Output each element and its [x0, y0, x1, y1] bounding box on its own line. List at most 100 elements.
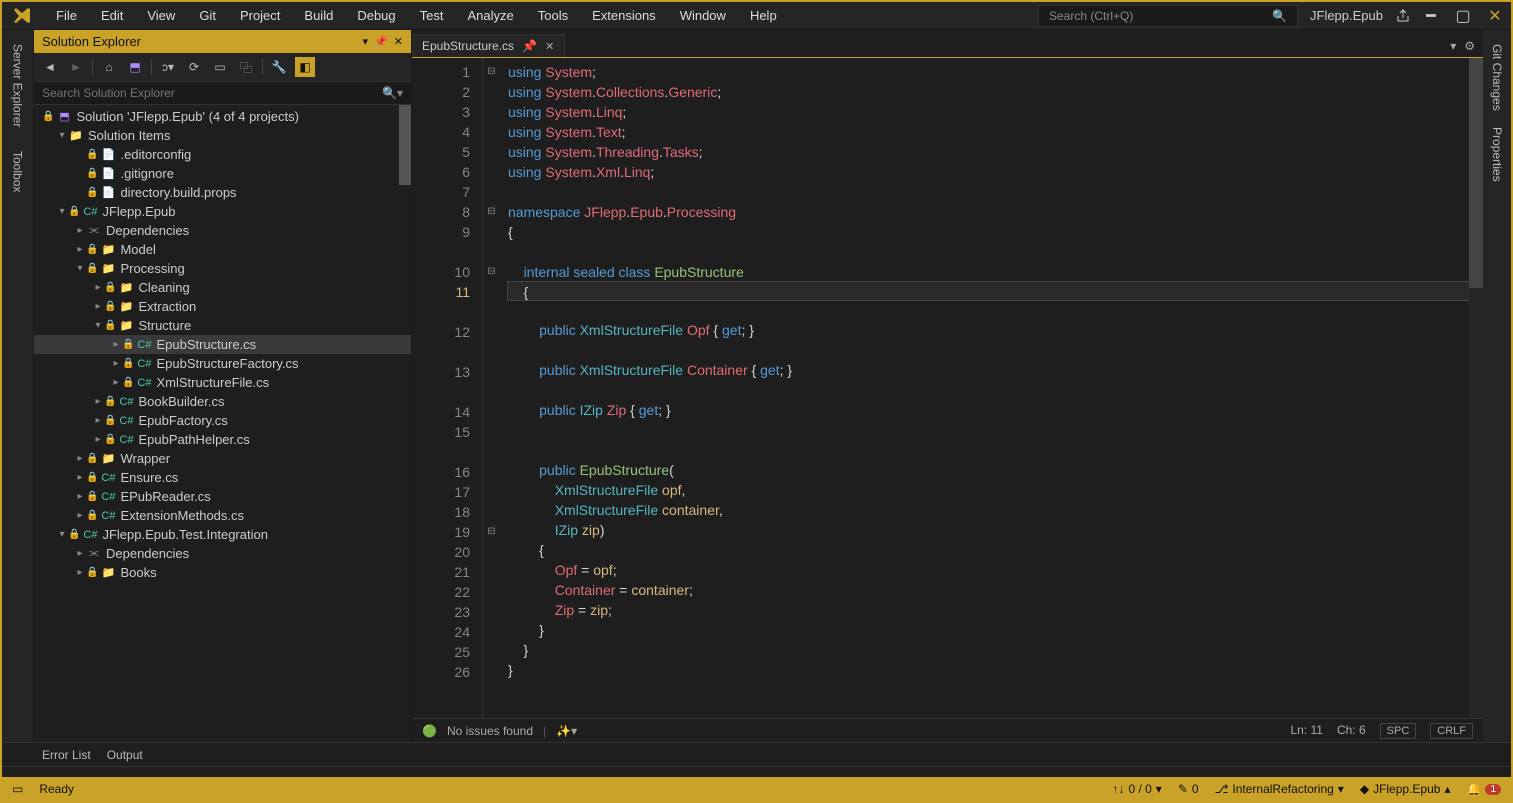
caret-icon[interactable]: ▸ — [110, 377, 122, 388]
line-indicator[interactable]: Ln: 11 — [1290, 723, 1322, 739]
forward-icon[interactable]: ► — [66, 57, 86, 77]
properties-icon[interactable]: 🔧 — [269, 57, 289, 77]
health-icon[interactable]: 🟢 — [422, 724, 437, 738]
caret-icon[interactable]: ▸ — [74, 244, 86, 255]
eol-mode[interactable]: CRLF — [1430, 723, 1473, 739]
tree-item[interactable]: 🔒📄.gitignore — [34, 164, 411, 183]
menu-project[interactable]: Project — [230, 6, 290, 25]
solution-name-label[interactable]: JFlepp.Epub — [1310, 8, 1383, 23]
menu-git[interactable]: Git — [189, 6, 226, 25]
close-icon[interactable]: ✕ — [394, 35, 403, 48]
caret-icon[interactable]: ▾ — [56, 130, 68, 141]
menu-extensions[interactable]: Extensions — [582, 6, 666, 25]
indent-mode[interactable]: SPC — [1380, 723, 1417, 739]
switch-view-icon[interactable]: ⬒ — [125, 57, 145, 77]
settings-icon[interactable]: ⚙ — [1464, 39, 1475, 53]
menu-debug[interactable]: Debug — [347, 6, 405, 25]
tree-item[interactable]: 🔒📄.editorconfig — [34, 145, 411, 164]
minimize-button[interactable]: ━ — [1423, 8, 1439, 24]
pin-icon[interactable]: 📌 — [374, 35, 388, 48]
caret-icon[interactable]: ▸ — [74, 548, 86, 559]
tab-close-icon[interactable]: ✕ — [545, 40, 554, 53]
quick-search[interactable]: Search (Ctrl+Q) 🔍 — [1038, 5, 1298, 27]
caret-icon[interactable]: ▸ — [74, 225, 86, 236]
tree-item[interactable]: ▾🔒📁Processing — [34, 259, 411, 278]
fold-column[interactable]: ⊟⊟⊟⊟ — [482, 58, 500, 718]
tree-item[interactable]: ▸🔒📁Model — [34, 240, 411, 259]
git-changes-count[interactable]: ✎ 0 — [1178, 782, 1199, 796]
tab-overflow-icon[interactable]: ▾ — [1450, 39, 1456, 53]
caret-icon[interactable]: ▸ — [92, 282, 104, 293]
tree-item[interactable]: ▾📁Solution Items — [34, 126, 411, 145]
menu-test[interactable]: Test — [410, 6, 454, 25]
caret-icon[interactable]: ▸ — [92, 434, 104, 445]
home-icon[interactable]: ⌂ — [99, 57, 119, 77]
caret-icon[interactable]: ▾ — [92, 320, 104, 331]
caret-icon[interactable]: ▸ — [74, 510, 86, 521]
tree-item[interactable]: ▸🔒C#EPubReader.cs — [34, 487, 411, 506]
maximize-button[interactable]: ▢ — [1455, 8, 1471, 24]
solution-tree[interactable]: 🔒 ⬒ Solution 'JFlepp.Epub' (4 of 4 proje… — [34, 105, 411, 742]
caret-icon[interactable]: ▸ — [110, 339, 122, 350]
filter-icon[interactable]: ↄ▾ — [158, 57, 178, 77]
tree-item[interactable]: ▸🔒C#EpubStructure.cs — [34, 335, 411, 354]
code-area[interactable]: 1234567891011121314151617181920212223242… — [412, 58, 1483, 718]
tree-item[interactable]: ▾🔒C#JFlepp.Epub — [34, 202, 411, 221]
dropdown-icon[interactable]: ▾ — [363, 35, 369, 48]
search-input[interactable] — [42, 86, 382, 100]
preview-icon[interactable]: ◧ — [295, 57, 315, 77]
close-button[interactable]: ✕ — [1487, 8, 1503, 24]
tree-item[interactable]: ▸🔒C#BookBuilder.cs — [34, 392, 411, 411]
toolbox-tab[interactable]: Toolbox — [11, 145, 25, 198]
git-branch[interactable]: ⎇ InternalRefactoring ▾ — [1215, 782, 1344, 796]
scrollbar[interactable] — [1469, 58, 1483, 718]
git-sync[interactable]: ↑↓ 0 / 0 ▾ — [1112, 782, 1161, 796]
tree-item[interactable]: ▸🔒📁Wrapper — [34, 449, 411, 468]
code-content[interactable]: using System;using System.Collections.Ge… — [500, 58, 1483, 718]
tree-item[interactable]: ▸🔒C#ExtensionMethods.cs — [34, 506, 411, 525]
collapse-icon[interactable]: ▭ — [210, 57, 230, 77]
col-indicator[interactable]: Ch: 6 — [1337, 723, 1366, 739]
caret-icon[interactable]: ▸ — [92, 415, 104, 426]
sync-icon[interactable]: ⟳ — [184, 57, 204, 77]
caret-icon[interactable]: ▸ — [74, 453, 86, 464]
menu-build[interactable]: Build — [294, 6, 343, 25]
menu-view[interactable]: View — [137, 6, 185, 25]
tree-item[interactable]: 🔒📄directory.build.props — [34, 183, 411, 202]
menu-analyze[interactable]: Analyze — [457, 6, 523, 25]
tree-item[interactable]: ▸🔒📁Books — [34, 563, 411, 582]
tree-item[interactable]: ▾🔒📁Structure — [34, 316, 411, 335]
tree-item[interactable]: ▸🔒C#EpubFactory.cs — [34, 411, 411, 430]
menu-help[interactable]: Help — [740, 6, 787, 25]
tree-item[interactable]: ▾🔒C#JFlepp.Epub.Test.Integration — [34, 525, 411, 544]
tree-item[interactable]: ▸🔒C#EpubStructureFactory.cs — [34, 354, 411, 373]
show-all-icon[interactable]: ⿻ — [236, 57, 256, 77]
solution-explorer-header[interactable]: Solution Explorer ▾ 📌 ✕ — [34, 30, 411, 53]
tab-output[interactable]: Output — [107, 748, 143, 762]
properties-tab[interactable]: Properties — [1490, 121, 1504, 188]
menu-file[interactable]: File — [46, 6, 87, 25]
caret-icon[interactable]: ▸ — [74, 567, 86, 578]
caret-icon[interactable]: ▸ — [92, 396, 104, 407]
tab-error-list[interactable]: Error List — [42, 748, 91, 762]
share-icon[interactable] — [1395, 8, 1411, 24]
issues-label[interactable]: No issues found — [447, 724, 533, 738]
tree-item[interactable]: ▸⫘Dependencies — [34, 544, 411, 563]
tree-item[interactable]: ▸⫘Dependencies — [34, 221, 411, 240]
tree-item[interactable]: ▸🔒C#Ensure.cs — [34, 468, 411, 487]
tree-item[interactable]: ▸🔒📁Extraction — [34, 297, 411, 316]
notifications[interactable]: 🔔1 — [1466, 782, 1501, 796]
caret-icon[interactable]: ▾ — [56, 529, 68, 540]
solution-root[interactable]: 🔒 ⬒ Solution 'JFlepp.Epub' (4 of 4 proje… — [34, 107, 411, 126]
magic-wand-icon[interactable]: ✨▾ — [556, 724, 577, 738]
tab-epubstructure[interactable]: EpubStructure.cs 📌 ✕ — [412, 34, 565, 57]
startup-project[interactable]: ◆ JFlepp.Epub ▴ — [1360, 782, 1451, 796]
caret-icon[interactable]: ▾ — [74, 263, 86, 274]
caret-icon[interactable]: ▸ — [74, 472, 86, 483]
menu-edit[interactable]: Edit — [91, 6, 133, 25]
back-icon[interactable]: ◄ — [40, 57, 60, 77]
tree-item[interactable]: ▸🔒C#EpubPathHelper.cs — [34, 430, 411, 449]
menu-window[interactable]: Window — [670, 6, 736, 25]
menu-tools[interactable]: Tools — [528, 6, 578, 25]
solution-explorer-search[interactable]: 🔍▾ — [34, 82, 411, 105]
